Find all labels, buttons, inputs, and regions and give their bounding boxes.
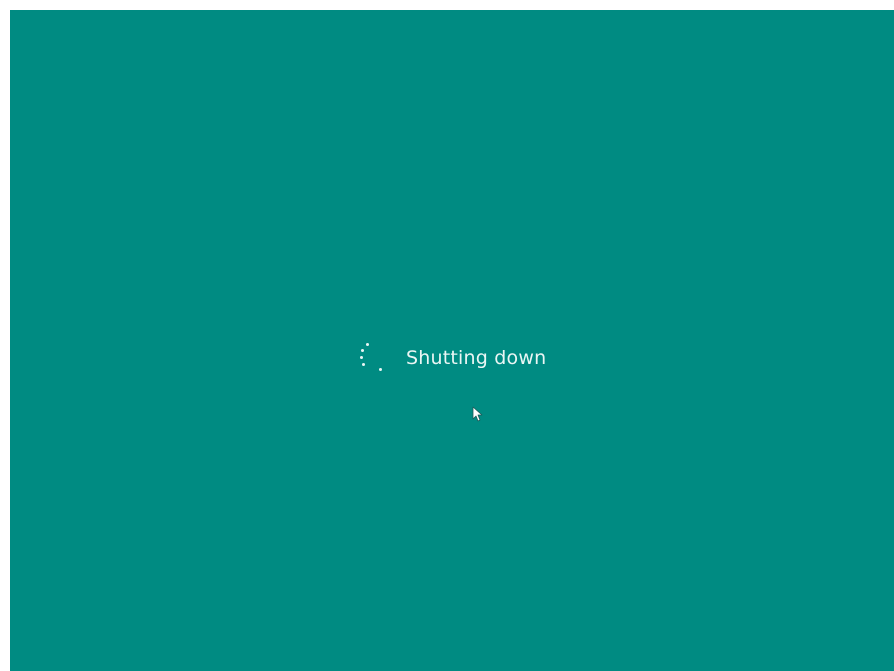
spinner-dot — [362, 363, 365, 366]
loading-dots-icon — [354, 341, 388, 375]
shutdown-status-text: Shutting down — [406, 347, 547, 369]
shutdown-status: Shutting down — [354, 330, 546, 386]
spinner-dot — [360, 356, 363, 359]
shutdown-screen: Shutting down — [10, 10, 894, 671]
spinner-dot — [379, 368, 382, 371]
mouse-pointer-icon — [472, 406, 483, 422]
spinner-dot — [366, 343, 369, 346]
spinner-dot — [361, 349, 364, 352]
screenshot-frame: Shutting down — [0, 0, 894, 671]
